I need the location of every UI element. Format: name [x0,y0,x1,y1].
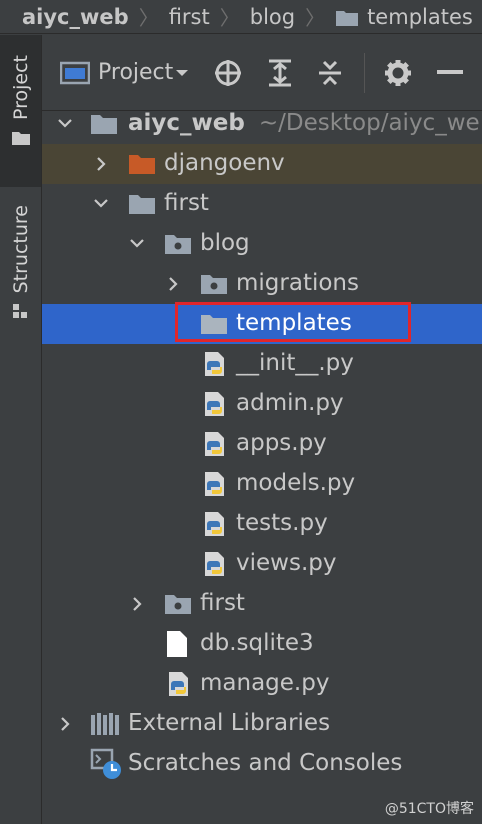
python-file-icon [205,432,224,456]
tab-project[interactable]: Project [4,55,38,146]
structure-icon [13,304,27,319]
tree-item-label: migrations [236,270,359,296]
toolbar-divider [364,53,365,93]
tree-item-apps-py[interactable]: apps.py [42,424,482,464]
expand-all-icon [269,59,291,87]
tree-item-label: first [200,590,245,616]
minimize-button[interactable] [434,57,466,89]
library-icon [91,713,119,735]
tree-item-label: admin.py [236,390,344,416]
chevron-right-icon [61,717,70,731]
tree-item-views-py[interactable]: views.py [42,544,482,584]
folder-icon [335,8,359,26]
chevron-down-icon [130,239,144,248]
tree-item-init-py[interactable]: __init__.py [42,344,482,384]
package-folder-icon [165,235,191,254]
gear-icon [385,60,411,86]
folder-icon [201,315,227,334]
breadcrumb-separator: 〉 [219,6,240,30]
tree-item-label: Scratches and Consoles [128,750,403,776]
settings-button[interactable] [382,57,414,89]
breadcrumb-item-aiyc-web[interactable]: aiyc_web [22,5,129,29]
tree-item-label: External Libraries [128,710,331,736]
python-file-icon [205,392,224,416]
scratches-icon [90,748,121,779]
tree-item-label: views.py [236,550,337,576]
python-file-icon [205,512,224,536]
folder-icon [91,115,117,134]
locate-icon [215,60,241,86]
tree-item-admin-py[interactable]: admin.py [42,384,482,424]
chevron-right-icon [133,597,142,611]
view-selector[interactable]: Project [60,60,189,85]
tree-item-label: apps.py [236,430,327,456]
collapse-all-icon [319,60,341,86]
chevron-right-icon [169,277,178,291]
chevron-down-icon [176,69,189,76]
tab-structure-label: Structure [10,205,32,294]
tree-item-label: __init__.py [236,350,354,376]
locate-button[interactable] [212,57,244,89]
python-file-icon [169,672,188,696]
tab-project-label: Project [10,55,32,121]
tab-structure[interactable]: Structure [4,205,38,319]
tree-item-label: db.sqlite3 [200,630,314,656]
tree-item-label: models.py [236,470,356,496]
tree-item-djangoenv[interactable]: djangoenv [42,144,482,184]
tool-window-strip: Project Structure [0,35,42,824]
tree-item-first-package[interactable]: first [42,584,482,624]
folder-icon [129,195,155,214]
tree-root[interactable]: aiyc_web ~/Desktop/aiyc_we [42,104,482,144]
tree-item-blog[interactable]: blog [42,224,482,264]
tree-item-external-libraries[interactable]: External Libraries [42,704,482,744]
tree-item-label: tests.py [236,510,328,536]
tree-item-tests-py[interactable]: tests.py [42,504,482,544]
watermark: @51CTO博客 [384,801,474,817]
breadcrumb-separator: 〉 [138,6,159,30]
project-toolbar: Project [42,35,482,111]
package-folder-icon [165,595,191,614]
tree-item-db-sqlite3[interactable]: db.sqlite3 [42,624,482,664]
chevron-down-icon [58,119,72,128]
tree-item-label: first [164,190,209,216]
root-name: aiyc_web [128,110,245,136]
chevron-down-icon [94,199,108,208]
tree-root-label: aiyc_web ~/Desktop/aiyc_we [128,110,480,136]
python-file-icon [205,552,224,576]
project-view-icon [60,61,90,84]
minimize-icon [437,70,463,74]
tree-item-label: blog [200,230,250,256]
package-folder-icon [201,275,227,294]
breadcrumb-item-first[interactable]: first [169,5,210,29]
folder-icon [12,132,30,146]
tree-item-label: templates [236,310,352,336]
breadcrumb: aiyc_web 〉 first 〉 blog 〉 templates [0,0,482,34]
tree-item-migrations[interactable]: migrations [42,264,482,304]
chevron-right-icon [97,157,106,171]
expand-all-button[interactable] [264,57,296,89]
tree-item-templates[interactable]: templates [42,304,482,344]
file-icon [167,631,187,657]
tree-item-label: manage.py [200,670,330,696]
breadcrumb-item-templates[interactable]: templates [367,5,473,29]
collapse-all-button[interactable] [314,57,346,89]
root-path: ~/Desktop/aiyc_we [258,110,480,136]
tree-item-models-py[interactable]: models.py [42,464,482,504]
tree-item-manage-py[interactable]: manage.py [42,664,482,704]
python-file-icon [205,352,224,376]
view-selector-label: Project [98,60,174,85]
tree-item-scratches-consoles[interactable]: Scratches and Consoles [42,744,482,784]
python-file-icon [205,472,224,496]
breadcrumb-item-blog[interactable]: blog [250,5,295,29]
tree-item-first[interactable]: first [42,184,482,224]
excluded-folder-icon [129,155,155,174]
breadcrumb-separator: 〉 [305,6,326,30]
tree-item-label: djangoenv [164,150,285,176]
